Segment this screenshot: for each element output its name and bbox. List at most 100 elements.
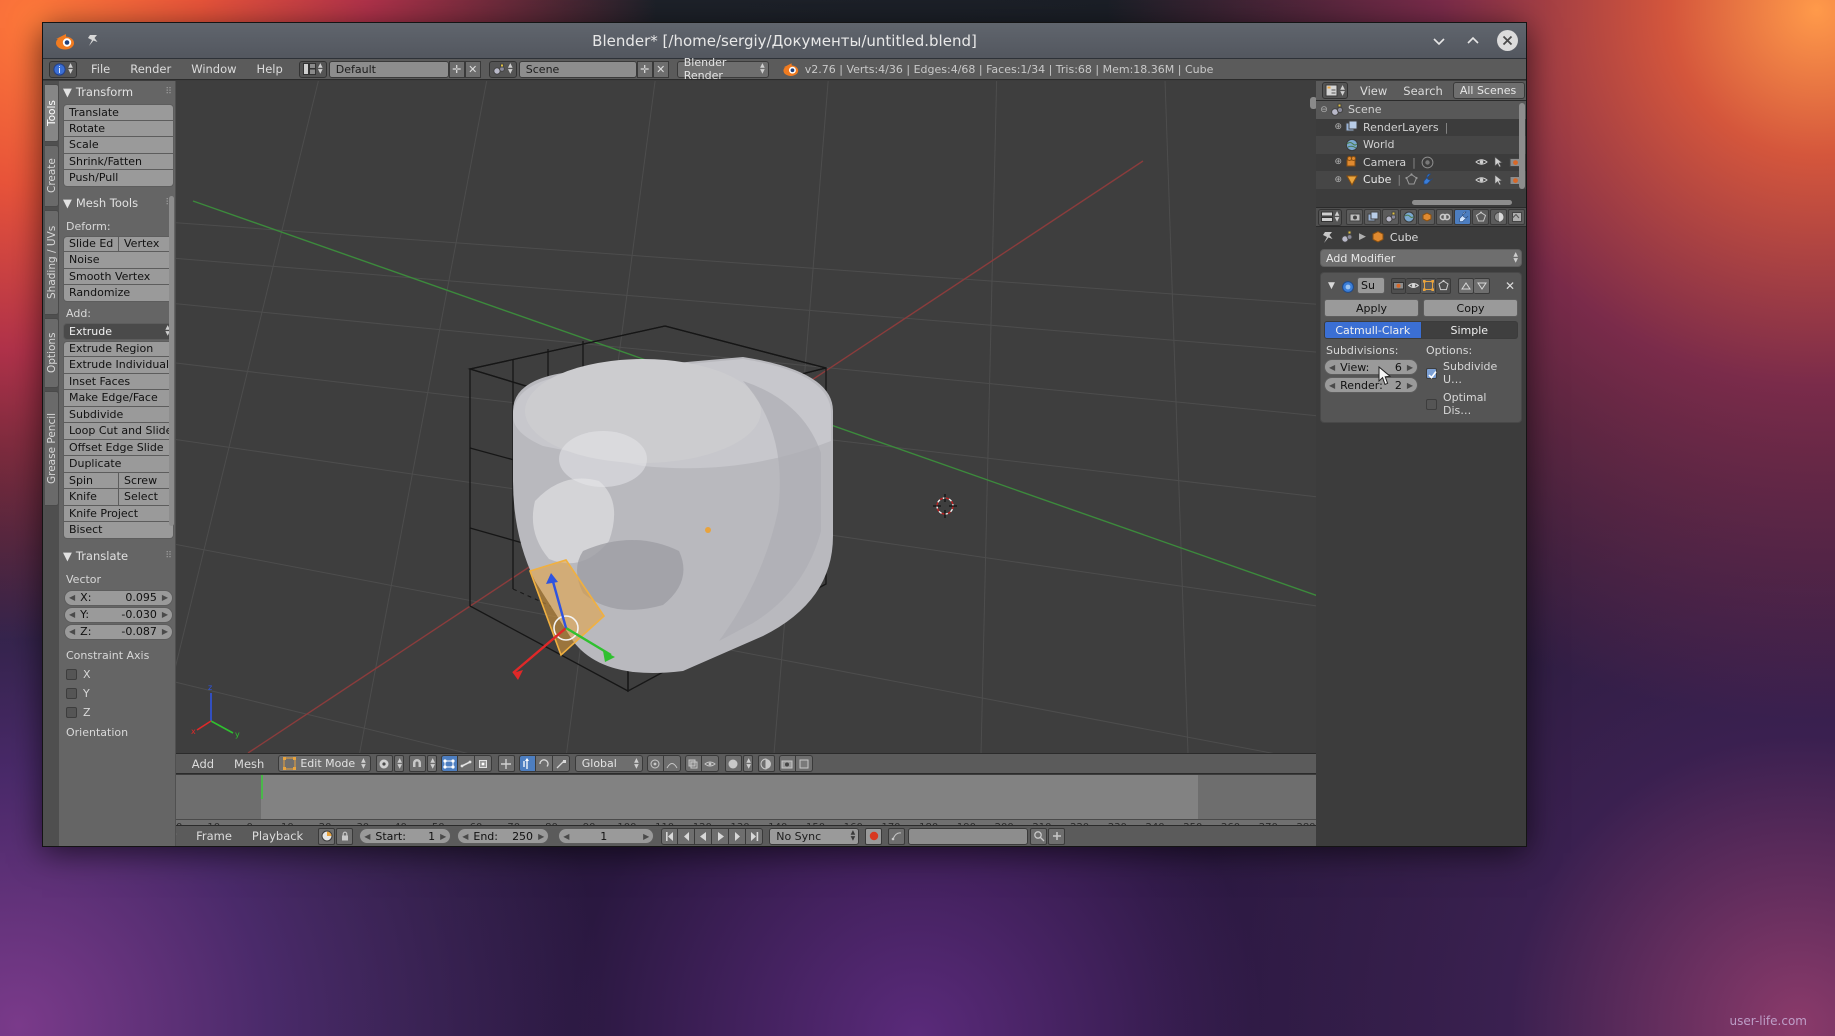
menu-mesh[interactable]: Mesh [224, 757, 274, 771]
shading-icon[interactable] [758, 755, 775, 772]
tool-duplicate[interactable]: Duplicate [63, 456, 174, 473]
outliner-row-scene[interactable]: ⊖ Scene [1316, 101, 1526, 119]
outliner-row-cube[interactable]: ⊕ Cube | [1316, 171, 1526, 189]
chevron-left-icon[interactable]: ◀ [563, 832, 569, 841]
translate-x-field[interactable]: ◀ X: 0.095 ▶ [64, 590, 173, 606]
checkbox[interactable] [66, 669, 77, 680]
timeline-track[interactable] [43, 775, 1318, 820]
snap-dropdown[interactable]: ▲▼ [427, 755, 437, 772]
modifier-name-field[interactable]: Su [1357, 277, 1385, 294]
frame-end-field[interactable]: ◀ End: 250 ▶ [457, 828, 549, 844]
panel-header-translate[interactable]: ▼ Translate ⠿ [61, 539, 176, 568]
tool-make-edge-face[interactable]: Make Edge/Face [63, 390, 174, 407]
outliner-hscrollbar[interactable] [1412, 200, 1512, 205]
outliner-display-mode[interactable]: All Scenes [1453, 82, 1525, 99]
face-select-icon[interactable] [475, 755, 492, 772]
delete-screen-button[interactable]: ✕ [465, 61, 481, 78]
chevron-right-icon[interactable]: ▶ [162, 610, 168, 619]
apply-modifier-button[interactable]: Apply [1324, 299, 1419, 317]
restrict-select-icon[interactable] [1493, 174, 1504, 186]
tab-options[interactable]: Options [45, 318, 59, 388]
tab-tools[interactable]: Tools [45, 84, 59, 142]
move-up-icon[interactable] [1458, 278, 1474, 294]
tool-bisect[interactable]: Bisect [63, 522, 174, 539]
record-dot-icon[interactable] [865, 828, 882, 845]
scale-manip-icon[interactable] [553, 755, 570, 772]
menu-file[interactable]: File [81, 62, 120, 76]
scene-icon[interactable] [1340, 230, 1354, 244]
editor-type-selector-properties[interactable]: ▲▼ [1318, 209, 1342, 226]
checkbox[interactable] [1426, 399, 1437, 410]
transform-orientation-selector[interactable]: Global ▲▼ [575, 755, 643, 772]
play-reverse-icon[interactable] [695, 828, 712, 845]
limit-selection-icon[interactable] [702, 755, 719, 772]
tool-offset-edge-slide[interactable]: Offset Edge Slide [63, 440, 174, 457]
frame-start-field[interactable]: ◀ Start: 1 ▶ [359, 828, 451, 844]
chevron-right-icon[interactable]: ▶ [440, 832, 446, 841]
close-button[interactable] [1497, 30, 1518, 51]
tab-grease-pencil[interactable]: Grease Pencil [45, 391, 59, 506]
outliner-row-camera[interactable]: ⊕ Camera | [1316, 154, 1526, 172]
outliner-tree[interactable]: ⊖ Scene ⊕ RenderLayers | [1316, 101, 1526, 206]
translate-z-field[interactable]: ◀ Z: -0.087 ▶ [64, 624, 173, 640]
restrict-select-icon[interactable] [1493, 156, 1504, 168]
panel-header-transform[interactable]: ▼ Transform ⠿ [61, 81, 176, 104]
camera-data-icon[interactable] [1421, 156, 1434, 169]
action-icon[interactable] [888, 828, 905, 845]
move-down-icon[interactable] [1474, 278, 1490, 294]
chevron-down-icon[interactable]: ▼ [1324, 281, 1339, 291]
render-icon[interactable] [779, 755, 796, 772]
lock-icon[interactable] [336, 828, 353, 845]
delete-scene-button[interactable]: ✕ [653, 61, 669, 78]
add-screen-button[interactable]: ✛ [449, 61, 465, 78]
editmode-toggle-icon[interactable] [1421, 278, 1436, 294]
mesh-data-icon[interactable] [1405, 173, 1418, 186]
menu-render[interactable]: Render [120, 62, 181, 76]
outliner-menu-view[interactable]: View [1352, 84, 1395, 98]
timeline-menu-playback[interactable]: Playback [242, 829, 313, 843]
collapse-toggle[interactable]: ⊖ [1318, 105, 1330, 115]
constraint-axis-z[interactable]: Z [61, 703, 176, 722]
tab-create[interactable]: Create [45, 145, 59, 207]
expand-toggle[interactable]: ⊕ [1318, 157, 1342, 167]
mesh-object-icon[interactable] [1371, 230, 1385, 244]
subdivision-type-catmull-clark[interactable]: Catmull-Clark [1324, 321, 1422, 339]
manipulator-icon[interactable] [498, 755, 515, 772]
outliner-menu-search[interactable]: Search [1395, 84, 1451, 98]
option-subdivide-uvs[interactable]: Subdivide U… [1424, 357, 1518, 388]
render-preview-icon[interactable] [796, 755, 813, 772]
menu-add[interactable]: Add [182, 757, 224, 771]
tool-shrink-fatten[interactable]: Shrink/Fatten [63, 154, 174, 171]
tool-knife[interactable]: Knife [63, 489, 119, 506]
editor-type-selector[interactable]: i ▲▼ [49, 61, 77, 78]
tab-modifiers[interactable] [1454, 209, 1471, 225]
tool-translate[interactable]: Translate [63, 104, 174, 121]
edge-select-icon[interactable] [458, 755, 475, 772]
tab-material[interactable] [1490, 209, 1507, 225]
chevron-right-icon[interactable]: ▶ [538, 832, 544, 841]
constraint-axis-x[interactable]: X [61, 665, 176, 684]
translate-manip-icon[interactable] [519, 755, 536, 772]
tool-subdivide[interactable]: Subdivide [63, 407, 174, 424]
play-icon[interactable] [712, 828, 729, 845]
chevron-right-icon[interactable]: ▶ [162, 627, 168, 636]
panel-header-mesh-tools[interactable]: ▼ Mesh Tools ⠿ [61, 187, 176, 215]
jump-end-icon[interactable] [746, 828, 763, 845]
pivot-icon[interactable] [376, 755, 393, 772]
scene-icon[interactable]: ▲▼ [489, 61, 517, 78]
tool-slide-vertex[interactable]: Vertex [119, 236, 174, 253]
new-icon[interactable] [1048, 828, 1065, 845]
checkbox[interactable] [66, 688, 77, 699]
view3d-viewport[interactable]: z y x User Persp (1) Cube [43, 81, 1318, 753]
subdivision-type-simple[interactable]: Simple [1422, 321, 1519, 339]
mode-selector[interactable]: Edit Mode ▲▼ [278, 755, 370, 772]
record-icon[interactable] [318, 828, 335, 845]
outliner-row-world[interactable]: World [1316, 136, 1526, 154]
chevron-right-icon[interactable]: ▶ [1407, 381, 1413, 390]
chevron-right-icon[interactable]: ▶ [643, 832, 649, 841]
tab-object[interactable] [1418, 209, 1435, 225]
proportional-edit-icon[interactable] [647, 755, 664, 772]
tab-object-data[interactable] [1472, 209, 1489, 225]
tab-world[interactable] [1400, 209, 1417, 225]
falloff-icon[interactable] [664, 755, 681, 772]
